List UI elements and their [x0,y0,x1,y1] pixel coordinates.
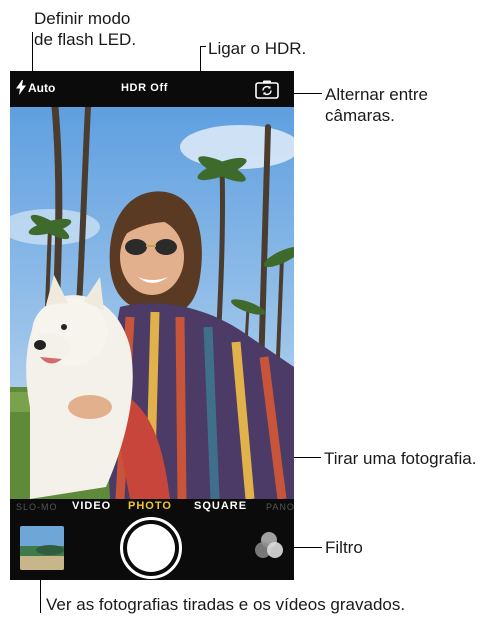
lightning-bolt-icon [16,80,26,95]
callout-hdr: Ligar o HDR. [208,39,307,58]
callout-flash: Definir modo de flash LED. [34,9,137,49]
callout-thumbnail: Ver as fotografias tiradas e os vídeos g… [46,595,406,614]
last-photo-thumbnail[interactable] [20,526,64,570]
flash-mode-label: Auto [28,80,56,95]
shutter-button[interactable] [120,517,182,579]
viewfinder[interactable] [10,107,294,499]
callout-filter: Filtro [325,538,363,557]
hdr-toggle[interactable]: HDR Off [121,82,168,94]
mode-slo-mo[interactable]: SLO-MO [16,502,58,512]
flash-mode-button[interactable]: Auto [16,80,55,95]
camera-rotate-icon[interactable] [255,79,279,99]
mode-pano[interactable]: PANO [266,502,294,512]
shutter-inner [127,524,175,572]
callout-shutter: Tirar uma fotografia. [324,449,477,468]
filter-circles-icon[interactable] [252,529,286,563]
callout-switch-camera: Alternar entre câmaras. [325,85,428,125]
camera-screen: Auto HDR Off SLO-MO VIDEO PHOTO SQUARE P… [10,71,294,580]
mode-square[interactable]: SQUARE [194,500,247,512]
mode-video[interactable]: VIDEO [72,500,111,512]
mode-photo[interactable]: PHOTO [128,500,172,512]
leader-hdr-h [200,46,206,47]
